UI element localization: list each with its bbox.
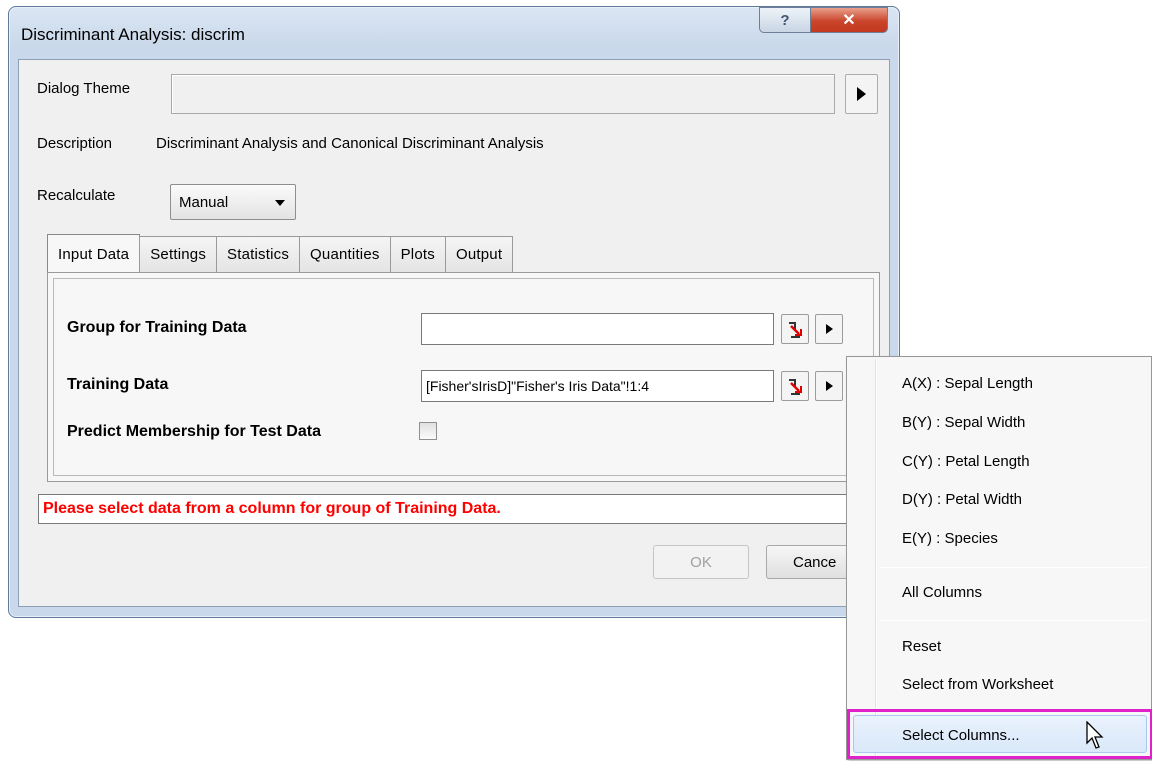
description-value: Discriminant Analysis and Canonical Disc…	[156, 135, 544, 152]
recalculate-value: Manual	[179, 194, 229, 211]
training-data-menu-button[interactable]	[815, 371, 843, 401]
tab-quantities[interactable]: Quantities	[299, 236, 391, 272]
tab-input-data[interactable]: Input Data	[47, 234, 141, 274]
description-label: Description	[37, 135, 113, 152]
group-training-label: Group for Training Data	[67, 319, 247, 336]
menu-item-select-columns[interactable]: Select Columns...	[902, 727, 1020, 744]
ok-button[interactable]: OK	[653, 545, 749, 579]
training-data-label: Training Data	[67, 376, 169, 393]
close-button[interactable]: ✕	[810, 7, 888, 33]
menu-item-column-c[interactable]: C(Y) : Petal Length	[902, 453, 1030, 470]
title-bar[interactable]: Discriminant Analysis: discrim ? ✕	[9, 7, 899, 59]
training-data-input[interactable]: [Fisher'sIrisD]"Fisher's Iris Data"!1:4	[421, 370, 774, 402]
discriminant-analysis-dialog: Discriminant Analysis: discrim ? ✕ Dialo…	[8, 6, 900, 618]
tab-output[interactable]: Output	[444, 236, 514, 272]
close-icon: ✕	[842, 12, 856, 29]
tab-statistics[interactable]: Statistics	[216, 236, 301, 272]
help-icon: ?	[780, 11, 790, 29]
menu-item-column-e[interactable]: E(Y) : Species	[902, 530, 998, 547]
select-range-icon	[789, 379, 802, 395]
training-data-picker-button[interactable]	[781, 371, 809, 401]
dialog-client-area: Dialog Theme Description Discriminant An…	[18, 59, 890, 607]
select-range-icon	[789, 322, 802, 338]
chevron-down-icon	[275, 200, 285, 206]
window-title: Discriminant Analysis: discrim	[21, 25, 245, 44]
group-training-input[interactable]	[421, 313, 774, 345]
status-error-message: Please select data from a column for gro…	[38, 494, 879, 524]
input-data-panel: Group for Training Data Training Data [F…	[47, 272, 880, 482]
tab-settings[interactable]: Settings	[139, 236, 218, 272]
triangle-right-icon	[857, 87, 866, 101]
predict-membership-checkbox[interactable]	[419, 422, 437, 440]
menu-separator	[879, 567, 1147, 568]
triangle-right-icon	[825, 381, 833, 391]
dialog-theme-menu-button[interactable]	[845, 74, 878, 114]
tab-strip: Input Data Settings Statistics Quantitie…	[47, 234, 514, 274]
menu-item-column-a[interactable]: A(X) : Sepal Length	[902, 375, 1033, 392]
column-context-menu: A(X) : Sepal Length B(Y) : Sepal Width C…	[846, 356, 1152, 760]
menu-gutter	[875, 359, 877, 757]
menu-separator	[879, 620, 1147, 621]
tab-plots[interactable]: Plots	[389, 236, 446, 272]
group-training-menu-button[interactable]	[815, 314, 843, 344]
dialog-theme-field[interactable]	[171, 74, 835, 114]
menu-item-column-d[interactable]: D(Y) : Petal Width	[902, 491, 1022, 508]
dialog-theme-label: Dialog Theme	[37, 80, 131, 97]
triangle-right-icon	[825, 324, 833, 334]
menu-item-reset[interactable]: Reset	[902, 638, 941, 655]
predict-membership-label: Predict Membership for Test Data	[67, 423, 321, 440]
menu-item-all-columns[interactable]: All Columns	[902, 584, 982, 601]
help-button[interactable]: ?	[759, 7, 811, 33]
group-training-picker-button[interactable]	[781, 314, 809, 344]
mouse-pointer-icon	[1086, 721, 1104, 749]
recalculate-label: Recalculate	[37, 187, 116, 204]
menu-item-select-from-worksheet[interactable]: Select from Worksheet	[902, 676, 1053, 693]
recalculate-select[interactable]: Manual	[170, 184, 296, 220]
menu-item-column-b[interactable]: B(Y) : Sepal Width	[902, 414, 1025, 431]
